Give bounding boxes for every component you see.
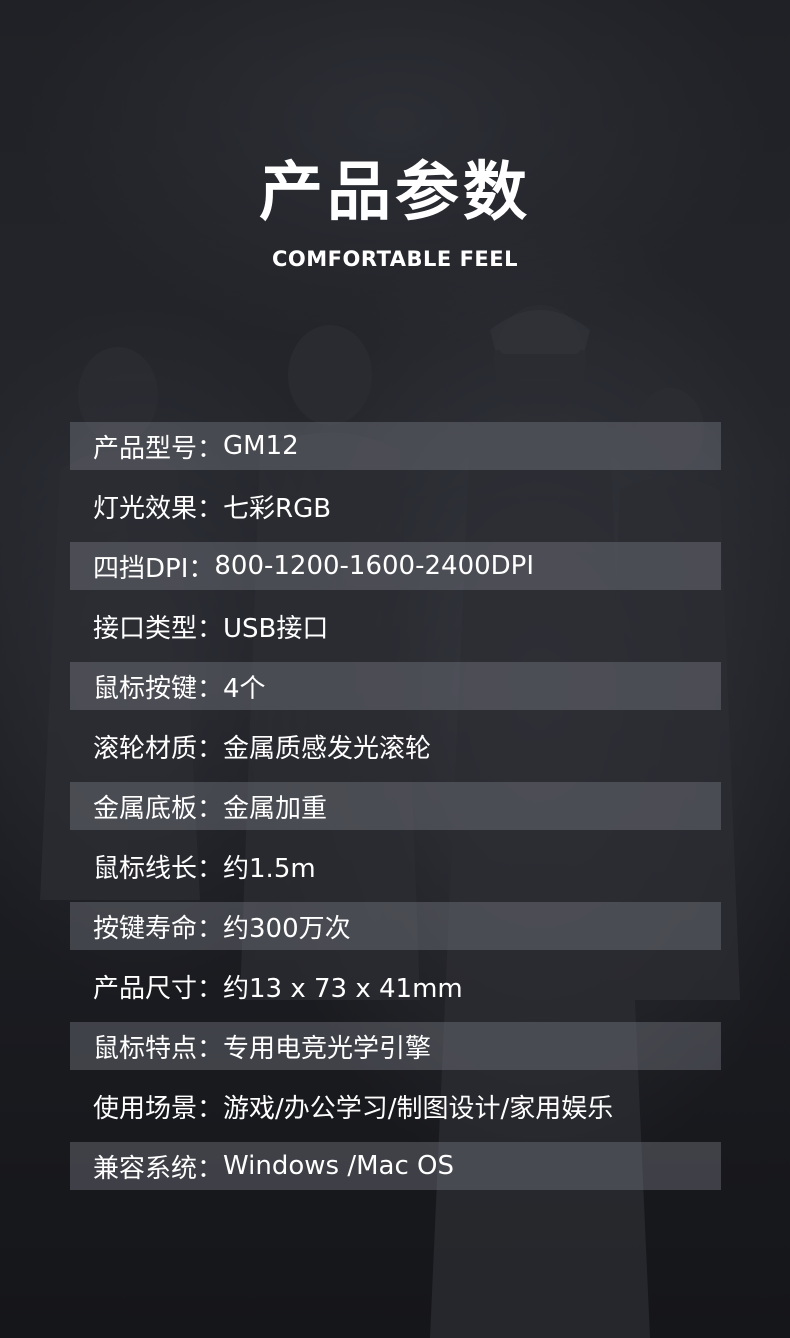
spec-row-usage: 使用场景： 游戏/办公学习/制图设计/家用娱乐 — [70, 1082, 721, 1130]
spec-value: Windows /Mac OS — [223, 1151, 454, 1181]
spec-row-wheel: 滚轮材质： 金属质感发光滚轮 — [70, 722, 721, 770]
spec-value: 800-1200-1600-2400DPI — [214, 551, 535, 581]
spec-row-buttons: 鼠标按键： 4个 — [70, 662, 721, 710]
spec-label: 金属底板： — [93, 793, 224, 824]
spec-row-features: 鼠标特点： 专用电竞光学引擎 — [70, 1022, 721, 1070]
spec-row-lifespan: 按键寿命： 约300万次 — [70, 902, 721, 950]
spec-value: 约13 x 73 x 41mm — [223, 973, 463, 1004]
spec-value: 七彩RGB — [223, 493, 332, 524]
spec-row-model: 产品型号： GM12 — [70, 422, 721, 470]
spec-row-cable: 鼠标线长： 约1.5m — [70, 842, 721, 890]
spec-value: 专用电竞光学引擎 — [223, 1033, 432, 1064]
spec-value: 约1.5m — [223, 853, 316, 884]
spec-label: 产品型号： — [93, 433, 224, 464]
spec-value: 约300万次 — [223, 913, 351, 944]
spec-value: GM12 — [223, 431, 299, 461]
spec-label: 灯光效果： — [93, 493, 224, 524]
spec-label: 按键寿命： — [93, 913, 224, 944]
page-subtitle: COMFORTABLE FEEL — [272, 247, 518, 271]
spec-value: 金属加重 — [223, 793, 328, 824]
spec-list: 产品型号： GM12 灯光效果： 七彩RGB 四挡DPI： 800-1200-1600… — [70, 422, 721, 1202]
spec-row-size: 产品尺寸： 约13 x 73 x 41mm — [70, 962, 721, 1010]
spec-label: 滚轮材质： — [93, 733, 224, 764]
spec-value: 游戏/办公学习/制图设计/家用娱乐 — [223, 1093, 614, 1124]
spec-row-compatibility: 兼容系统： Windows /Mac OS — [70, 1142, 721, 1190]
page-title: 产品参数 — [259, 156, 531, 230]
spec-row-dpi: 四挡DPI： 800-1200-1600-2400DPI — [70, 542, 721, 590]
spec-label: 兼容系统： — [93, 1153, 224, 1184]
spec-row-interface: 接口类型： USB接口 — [70, 602, 721, 650]
spec-label: 鼠标按键： — [93, 673, 224, 704]
spec-label: 使用场景： — [93, 1093, 224, 1124]
spec-value: USB接口 — [223, 613, 329, 644]
spec-value: 金属质感发光滚轮 — [223, 733, 432, 764]
spec-label: 鼠标特点： — [93, 1033, 224, 1064]
spec-label: 接口类型： — [93, 613, 224, 644]
spec-row-baseplate: 金属底板： 金属加重 — [70, 782, 721, 830]
spec-row-lighting: 灯光效果： 七彩RGB — [70, 482, 721, 530]
spec-value: 4个 — [223, 673, 266, 704]
spec-label: 四挡DPI： — [93, 553, 215, 584]
spec-label: 产品尺寸： — [93, 973, 224, 1004]
spec-label: 鼠标线长： — [93, 853, 224, 884]
